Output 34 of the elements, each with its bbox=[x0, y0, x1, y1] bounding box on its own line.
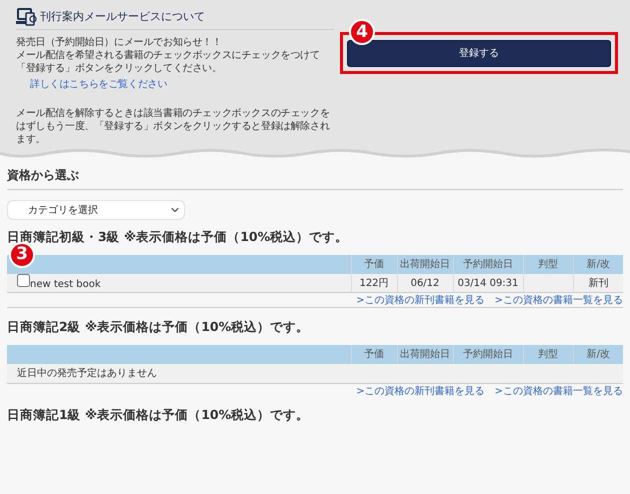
step-marker: 4 bbox=[349, 19, 375, 45]
table-cell: 新刊 bbox=[573, 274, 623, 293]
column-header: 判型 bbox=[523, 254, 573, 274]
table-cell: 03/14 09:31 bbox=[453, 274, 523, 293]
unsubscribe-note: メール配信を解除するときは該当書籍のチェックボックスのチェックをはずしもう一度、「登録する」ボタンをクリックすると登録は解除されます。 bbox=[16, 107, 331, 146]
notice-title: 刊行案内メールサービスについて bbox=[40, 10, 205, 24]
computer-mail-icon bbox=[16, 8, 38, 26]
column-header: 予約開始日 bbox=[453, 345, 523, 364]
notice-text: 発売日（予約開始日）にメールでお知らせ！！ bbox=[16, 36, 223, 49]
column-header: 予約開始日 bbox=[453, 254, 523, 274]
section-link[interactable]: >この資格の新刊書籍を見る bbox=[356, 386, 485, 398]
notice-text: メール配信を希望される書籍のチェックボックスにチェックをつけて「登録する」ボタンをクリックしてください。 bbox=[16, 49, 321, 75]
section-link[interactable]: >この資格の新刊書籍を見る bbox=[356, 295, 485, 308]
column-header: 判型 bbox=[523, 345, 573, 364]
book-title: new test book bbox=[30, 279, 101, 290]
details-link[interactable]: 詳しくはこちらをご覧ください bbox=[16, 78, 168, 91]
category-select[interactable]: カテゴリを選択 bbox=[7, 200, 185, 220]
column-header: 新/改 bbox=[573, 345, 623, 364]
section-link[interactable]: >この資格の書籍一覧を見る bbox=[494, 295, 623, 308]
step-marker: 3 bbox=[9, 242, 35, 268]
section-heading: 日商簿記2級 ※表示価格は予価（10%税込）です。 bbox=[7, 318, 310, 336]
column-header: 新/改 bbox=[573, 254, 623, 274]
table-cell: 06/12 bbox=[397, 274, 453, 293]
section-heading: 日商簿記1級 ※表示価格は予価（10%税込）です。 bbox=[7, 406, 310, 424]
column-header: 予価 bbox=[351, 345, 397, 364]
table-cell: 122円 bbox=[351, 274, 397, 293]
section-title: 資格から選ぶ bbox=[7, 162, 623, 190]
section-link[interactable]: >この資格の書籍一覧を見る bbox=[494, 386, 623, 398]
empty-message: 近日中の発売予定はありません bbox=[17, 368, 157, 379]
register-button[interactable]: 登録する bbox=[347, 40, 611, 67]
column-header: 出荷開始日 bbox=[397, 345, 453, 364]
column-header: 予価 bbox=[351, 254, 397, 274]
checkbox[interactable] bbox=[17, 274, 30, 287]
column-header: 出荷開始日 bbox=[397, 254, 453, 274]
